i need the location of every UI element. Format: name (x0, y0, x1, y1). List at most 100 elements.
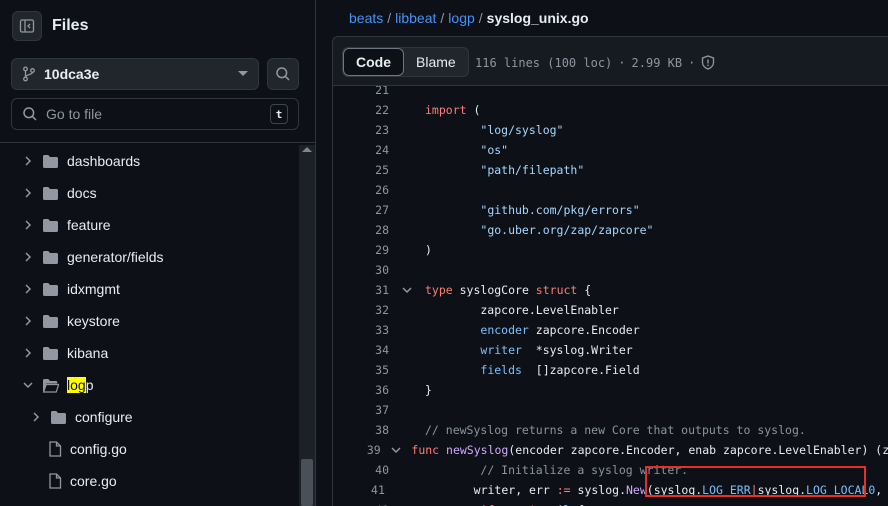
folder-icon (42, 250, 59, 265)
tree-folder-item[interactable]: keystore (0, 305, 298, 337)
breadcrumb-separator: / (387, 10, 392, 26)
chevron-right-icon[interactable] (20, 313, 36, 329)
tree-folder-item[interactable]: docs (0, 177, 298, 209)
line-number[interactable]: 35 (333, 363, 389, 377)
code-token: syslogCore (452, 283, 536, 297)
file-size: 2.99 KB (631, 55, 683, 70)
line-number[interactable]: 31 (333, 283, 389, 297)
line-number[interactable]: 40 (333, 463, 389, 477)
tree-folder-item[interactable]: feature (0, 209, 298, 241)
line-number[interactable]: 29 (333, 243, 389, 257)
code-token: LOG_LOCAL0 (806, 483, 876, 497)
code-text: import ( (425, 103, 480, 117)
code-line: 22 import ( (333, 100, 888, 120)
line-number[interactable]: 28 (333, 223, 389, 237)
chevron-right-icon[interactable] (20, 153, 36, 169)
code-line: 33 encoder zapcore.Encoder (333, 320, 888, 340)
folder-icon (42, 314, 59, 329)
chevron-right-icon[interactable] (20, 345, 36, 361)
line-number[interactable]: 24 (333, 143, 389, 157)
code-line: 38 // newSyslog returns a new Core that o… (333, 420, 888, 440)
tree-file-item[interactable]: core.go (0, 465, 298, 497)
breadcrumb-link-logp[interactable]: logp (448, 10, 474, 26)
go-to-file-field[interactable]: t (11, 98, 299, 130)
line-number[interactable]: 30 (333, 263, 389, 277)
line-number[interactable]: 23 (333, 123, 389, 137)
chevron-down-icon[interactable] (20, 377, 36, 393)
code-line: 24 "os" (333, 140, 888, 160)
chevron-right-icon[interactable] (20, 185, 36, 201)
scrollbar-thumb[interactable] (301, 459, 313, 506)
code-token: (encoder zapcore.Encoder, enab zapcore.L… (508, 443, 888, 457)
tree-item-label: keystore (67, 313, 120, 329)
tree-folder-item[interactable]: kibana (0, 337, 298, 369)
chevron-right-icon[interactable] (28, 409, 44, 425)
line-number[interactable]: 22 (333, 103, 389, 117)
chevron-right-icon[interactable] (20, 217, 36, 233)
code-token: (syslog. (646, 483, 703, 497)
breadcrumb-link-beats[interactable]: beats (349, 10, 383, 26)
search-files-button[interactable] (267, 58, 299, 90)
tree-file-item[interactable]: config.go (0, 433, 298, 465)
line-number[interactable]: 34 (333, 343, 389, 357)
code-line: 25 "path/filepath" (333, 160, 888, 180)
breadcrumb-separator: / (440, 10, 445, 26)
sidebar-collapse-button[interactable] (12, 11, 42, 41)
tree-item-label: config.go (70, 441, 127, 457)
tree-folder-item[interactable]: idxmgmt (0, 273, 298, 305)
sidebar-collapse-icon (19, 19, 35, 33)
code-line: 34 writer *syslog.Writer (333, 340, 888, 360)
tree-folder-item[interactable]: configure (0, 401, 298, 433)
fold-chevron-icon[interactable] (381, 444, 412, 456)
line-number[interactable]: 26 (333, 183, 389, 197)
code-token: // newSyslog returns a new Core that out… (425, 423, 806, 437)
breadcrumb-link-libbeat[interactable]: libbeat (395, 10, 436, 26)
fold-chevron-icon[interactable] (389, 284, 425, 296)
line-number[interactable]: 41 (333, 483, 385, 497)
search-match-highlight: log (67, 377, 86, 393)
file-tree-panel: Files 10dca3e t dashboards docs feature gen… (0, 0, 316, 506)
shortcut-key-badge: t (270, 104, 288, 124)
code-line: 36} (333, 380, 888, 400)
code-token: } (425, 383, 432, 397)
shield-icon[interactable] (701, 55, 715, 70)
line-number[interactable]: 36 (333, 383, 389, 397)
line-number[interactable]: 25 (333, 163, 389, 177)
branch-selector[interactable]: 10dca3e (11, 58, 259, 90)
code-text: func newSyslog(encoder zapcore.Encoder, … (411, 443, 888, 457)
scroll-up-arrow-icon[interactable] (302, 147, 312, 152)
chevron-right-icon[interactable] (20, 249, 36, 265)
blame-tab[interactable]: Blame (404, 48, 468, 76)
folder-icon (42, 218, 59, 233)
line-number[interactable]: 37 (333, 403, 389, 417)
code-token: writer, err (418, 483, 557, 497)
line-number[interactable]: 32 (333, 303, 389, 317)
tree-folder-item[interactable]: dashboards (0, 145, 298, 177)
tree-item-label: idxmgmt (67, 281, 120, 297)
tree-scrollbar[interactable] (299, 145, 315, 506)
code-token: "os" (480, 143, 509, 157)
tree-folder-item[interactable]: logp (0, 369, 298, 401)
code-token: ) (425, 243, 432, 257)
caret-down-icon (238, 71, 248, 76)
code-text: zapcore.LevelEnabler (425, 303, 619, 317)
line-number[interactable]: 27 (333, 203, 389, 217)
line-number[interactable]: 38 (333, 423, 389, 437)
code-token: type (425, 283, 453, 297)
line-number[interactable]: 39 (333, 443, 381, 457)
go-to-file-input[interactable] (46, 106, 270, 122)
chevron-right-icon[interactable] (20, 281, 36, 297)
code-token: func (411, 443, 440, 457)
tree-folder-item[interactable]: generator/fields (0, 241, 298, 273)
line-number[interactable]: 33 (333, 323, 389, 337)
code-tab[interactable]: Code (343, 48, 404, 76)
code-view: 21 22 import (23 "log/syslog" 24 "os" 25 "pa… (332, 86, 888, 506)
code-token: , fi (875, 483, 883, 497)
code-line: 30 (333, 260, 888, 280)
code-text: encoder zapcore.Encoder (425, 323, 639, 337)
line-number[interactable]: 21 (333, 86, 389, 97)
